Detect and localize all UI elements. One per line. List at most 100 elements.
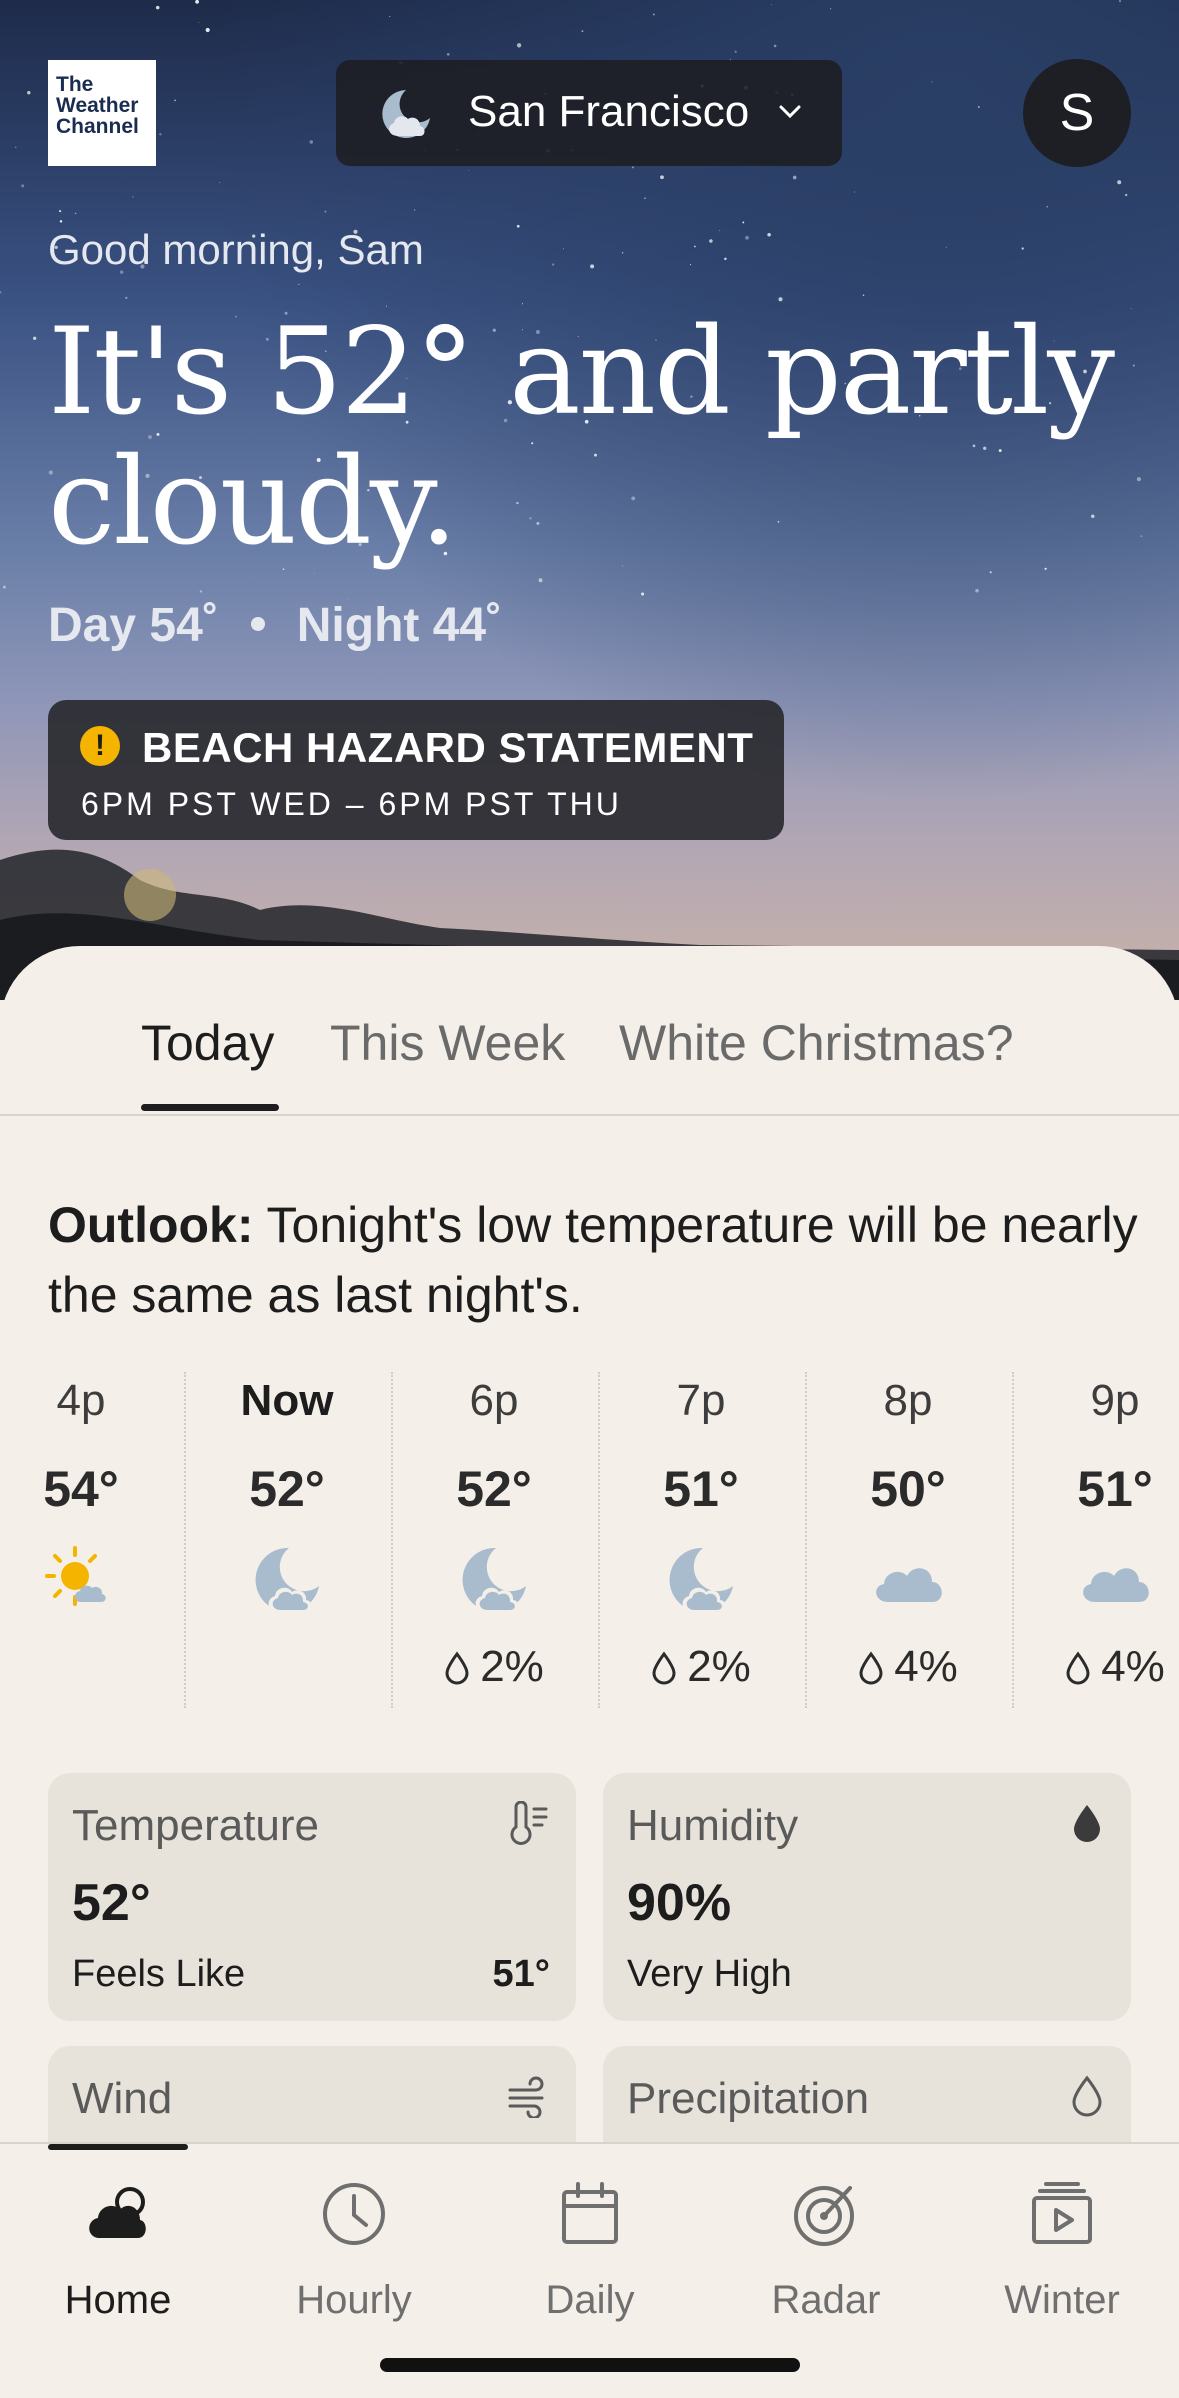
star: [1132, 364, 1135, 367]
avatar[interactable]: S: [1023, 59, 1131, 167]
nav-label: Home: [64, 2278, 172, 2322]
hour-temp: 50°: [870, 1461, 946, 1517]
cloud-icon: [1083, 1568, 1149, 1602]
hourly-item[interactable]: 8p 50° 4%: [805, 1372, 1011, 1712]
sun-cloud-icon: [45, 1546, 106, 1606]
day-night-temps: Day 54˚ Night 44˚: [48, 598, 502, 653]
hour-label: 8p: [883, 1376, 933, 1425]
location-name: San Francisco: [468, 87, 750, 136]
hour-label: 7p: [676, 1376, 726, 1425]
star: [0, 291, 2, 294]
radar-icon: [794, 2186, 854, 2246]
card-label: Temperature: [72, 1801, 320, 1850]
nav-daily[interactable]: Daily: [472, 2144, 708, 2344]
moon-cloud-icon: [382, 90, 430, 138]
hour-temp: 51°: [663, 1461, 739, 1517]
hour-label: Now: [240, 1376, 334, 1425]
star: [1125, 193, 1128, 197]
star: [538, 578, 543, 583]
hourly-item[interactable]: 6p 52° 2%: [391, 1372, 597, 1712]
star: [27, 91, 31, 95]
headline: It's 52° and partly cloudy.: [48, 303, 1115, 572]
star: [195, 0, 200, 4]
star: [724, 257, 727, 261]
raindrop-icon: [445, 1651, 469, 1685]
nav-label: Radar: [771, 2278, 881, 2322]
star: [977, 105, 980, 109]
star: [74, 212, 77, 215]
hour-precip: 4%: [1012, 1642, 1179, 1692]
humidity-card[interactable]: Humidity 90% Very High: [603, 1773, 1131, 2021]
thermometer-icon: [510, 1801, 548, 1845]
star: [205, 27, 210, 33]
weather-channel-logo[interactable]: The Weather Channel: [48, 60, 156, 166]
card-sub-label: Feels Like: [72, 1953, 246, 1995]
star: [59, 210, 62, 213]
humidity-drop-icon: [1074, 1805, 1100, 1842]
hour-precip-value: 4%: [1101, 1642, 1165, 1691]
star: [792, 175, 797, 180]
location-selector[interactable]: San Francisco: [336, 60, 842, 166]
cloud-moon-icon: [89, 2187, 146, 2238]
nav-hourly[interactable]: Hourly: [236, 2144, 472, 2344]
cloud-icon: [876, 1568, 942, 1602]
star: [155, 5, 160, 10]
star: [778, 297, 783, 302]
star: [446, 52, 450, 56]
warning-icon: !: [80, 726, 120, 766]
tab-this-week[interactable]: This Week: [330, 1014, 565, 1072]
star: [771, 4, 773, 6]
star: [773, 44, 777, 48]
star: [324, 210, 327, 213]
logo-line-2: Weather: [56, 94, 139, 117]
nav-radar[interactable]: Radar: [708, 2144, 944, 2344]
star: [693, 245, 696, 248]
star: [742, 221, 745, 224]
star: [468, 169, 470, 171]
nav-home[interactable]: Home: [0, 2144, 236, 2344]
calendar-icon: [562, 2182, 618, 2244]
star: [199, 590, 203, 593]
hourly-item[interactable]: 4p 54°: [0, 1372, 184, 1712]
star: [125, 296, 128, 300]
star: [198, 21, 200, 23]
video-icon: [1032, 2182, 1092, 2244]
tab-today[interactable]: Today: [141, 1014, 274, 1072]
star: [581, 30, 584, 33]
star: [660, 175, 664, 180]
temperature-card[interactable]: Temperature 52° Feels Like 51°: [48, 1773, 576, 2021]
moon-cloud-icon: [255, 1547, 319, 1612]
raindrop-icon: [1066, 1651, 1090, 1685]
nav-label: Winter: [1004, 2278, 1120, 2322]
star: [1140, 535, 1143, 537]
hourly-item[interactable]: 7p 51° 2%: [598, 1372, 804, 1712]
star: [1117, 180, 1122, 185]
hour-precip: 4%: [805, 1642, 1011, 1692]
hourly-item[interactable]: Now 52°: [184, 1372, 390, 1712]
hour-label: 9p: [1090, 1376, 1140, 1425]
star: [1044, 567, 1047, 570]
weather-alert-banner[interactable]: ! BEACH HAZARD STATEMENT 6PM PST WED – 6…: [48, 700, 784, 840]
star: [516, 224, 520, 228]
hourly-forecast-strip[interactable]: 4p 54° Now 52° 6p 52° 2% 7p 51° 2% 8p 50…: [0, 1372, 1179, 1712]
star: [314, 573, 315, 575]
active-tab-indicator: [141, 1104, 279, 1111]
outlook-label: Outlook:: [48, 1197, 254, 1253]
star: [174, 99, 177, 102]
nav-label: Daily: [545, 2278, 635, 2322]
hour-temp: 51°: [1077, 1461, 1153, 1517]
hour-temp: 52°: [456, 1461, 532, 1517]
hourly-item[interactable]: 9p 51° 4%: [1012, 1372, 1179, 1712]
star: [1021, 247, 1024, 250]
alert-title: BEACH HAZARD STATEMENT: [142, 724, 754, 771]
raindrop-icon: [652, 1651, 676, 1685]
star: [975, 588, 979, 593]
star: [59, 220, 63, 223]
star: [590, 264, 595, 269]
card-label: Wind: [72, 2074, 173, 2123]
nav-winter[interactable]: Winter: [944, 2144, 1179, 2344]
card-value: 90%: [627, 1874, 732, 1932]
tab-white-christmas[interactable]: White Christmas?: [619, 1014, 1014, 1072]
star: [829, 8, 832, 10]
star: [989, 571, 992, 574]
